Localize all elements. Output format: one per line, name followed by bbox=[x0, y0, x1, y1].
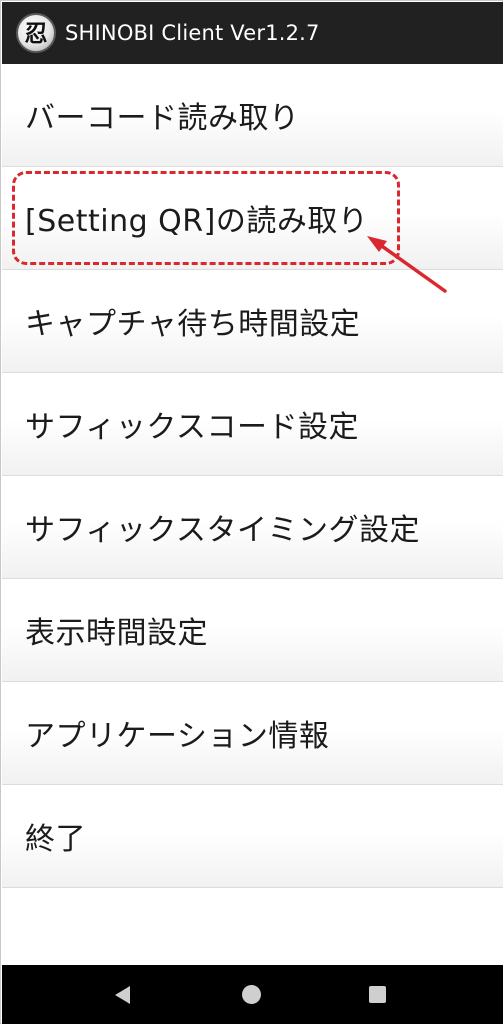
menu-item-capture-wait-time[interactable]: キャプチャ待ち時間設定 bbox=[2, 270, 503, 373]
recents-square-icon bbox=[368, 986, 386, 1003]
main-menu: バーコード読み取り [Setting QR]の読み取り キャプチャ待ち時間設定 … bbox=[2, 64, 503, 966]
menu-item-barcode-scan[interactable]: バーコード読み取り bbox=[2, 64, 503, 167]
menu-item-exit[interactable]: 終了 bbox=[2, 785, 503, 888]
menu-item-label: 表示時間設定 bbox=[25, 616, 208, 651]
menu-item-label: サフィックスコード設定 bbox=[25, 410, 359, 445]
system-nav-bar bbox=[2, 965, 503, 1024]
menu-item-setting-qr-scan[interactable]: [Setting QR]の読み取り bbox=[2, 167, 503, 270]
logo-glyph: 忍 bbox=[24, 19, 48, 47]
empty-area bbox=[2, 888, 503, 966]
menu-item-label: バーコード読み取り bbox=[25, 101, 300, 136]
home-circle-icon bbox=[241, 985, 261, 1004]
recents-button[interactable] bbox=[347, 965, 407, 1024]
menu-item-display-time[interactable]: 表示時間設定 bbox=[2, 579, 503, 682]
title-bar: 忍 SHINOBI Client Ver1.2.7 bbox=[2, 2, 503, 64]
menu-item-suffix-timing[interactable]: サフィックスタイミング設定 bbox=[2, 476, 503, 579]
menu-item-label: 終了 bbox=[25, 822, 86, 857]
menu-item-app-info[interactable]: アプリケーション情報 bbox=[2, 682, 503, 785]
menu-item-label: サフィックスタイミング設定 bbox=[25, 513, 420, 548]
shinobi-logo-icon: 忍 bbox=[16, 13, 56, 53]
app-window: 忍 SHINOBI Client Ver1.2.7 バーコード読み取り [Set… bbox=[0, 0, 503, 1024]
menu-item-label: キャプチャ待ち時間設定 bbox=[25, 307, 361, 342]
app-title: SHINOBI Client Ver1.2.7 bbox=[65, 21, 320, 45]
back-button[interactable] bbox=[92, 965, 152, 1024]
menu-item-label: アプリケーション情報 bbox=[25, 719, 330, 754]
menu-item-label: [Setting QR]の読み取り bbox=[25, 204, 369, 239]
menu-item-suffix-code[interactable]: サフィックスコード設定 bbox=[2, 373, 503, 476]
back-triangle-icon bbox=[114, 985, 130, 1004]
home-button[interactable] bbox=[221, 965, 281, 1024]
